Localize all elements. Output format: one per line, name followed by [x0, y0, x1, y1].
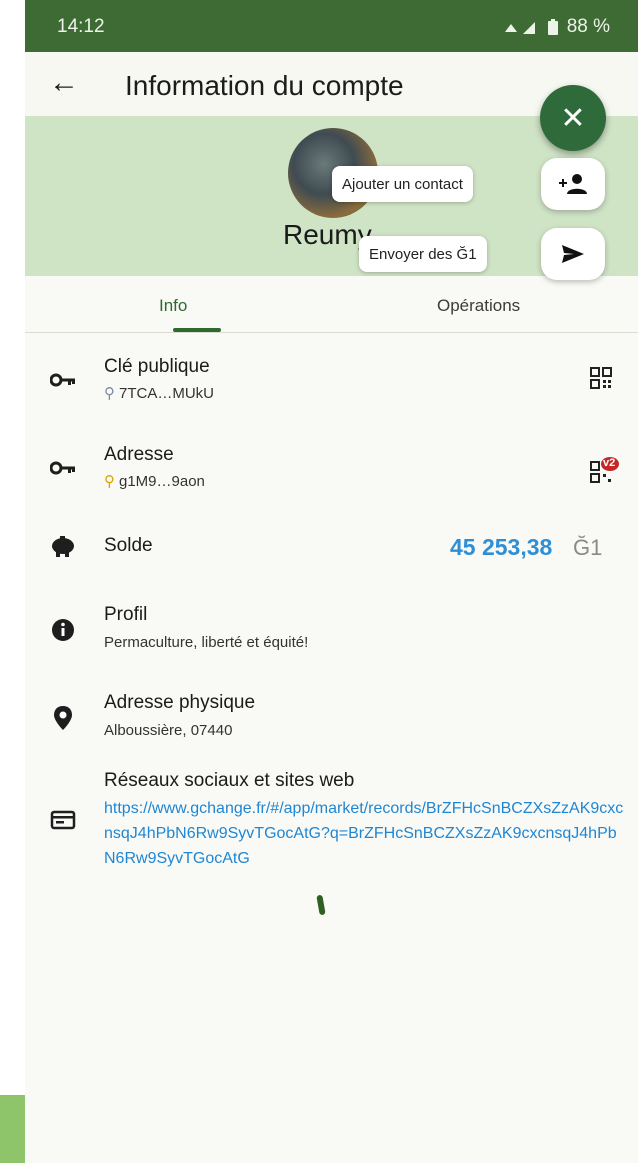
arrow-left-icon[interactable]: ←: [49, 68, 79, 98]
key-icon: [49, 454, 77, 482]
golden-key-icon: ⚲: [104, 473, 115, 490]
send-button[interactable]: [541, 228, 605, 280]
key-icon: [49, 366, 77, 394]
send-icon: [562, 245, 584, 263]
tab-bar: Info Opérations: [25, 276, 638, 333]
close-icon: ✕: [560, 101, 586, 135]
physical-address-title: Adresse physique: [104, 692, 256, 713]
piggy-bank-icon: [49, 532, 77, 560]
location-pin-icon: [49, 704, 77, 732]
balance-title: Solde: [104, 535, 153, 556]
send-label[interactable]: Envoyer des Ğ1: [359, 236, 487, 272]
side-edge-bar: [0, 1095, 25, 1163]
app-screen: 14:12 88 % ← Information du compte Reumy…: [25, 0, 638, 1163]
address-text: g1M9…9aon: [119, 473, 205, 490]
public-key-row[interactable]: Clé publique ⚲ 7TCA…MUkU: [25, 352, 638, 412]
tab-info[interactable]: Info: [159, 296, 187, 316]
key-small-icon: ⚲: [104, 385, 115, 402]
battery-icon: [547, 19, 558, 35]
web-card-icon: [49, 806, 77, 834]
profile-row[interactable]: Profil Permaculture, liberté et équité!: [25, 602, 638, 662]
page-title: Information du compte: [125, 70, 404, 101]
status-bar: 14:12 88 %: [25, 0, 638, 52]
physical-address-row[interactable]: Adresse physique Alboussière, 07440: [25, 690, 638, 750]
address-value: ⚲ g1M9…9aon: [104, 472, 205, 490]
qr-code-icon[interactable]: [589, 366, 613, 395]
tab-operations[interactable]: Opérations: [437, 296, 520, 316]
add-contact-button[interactable]: [541, 158, 605, 210]
address-title: Adresse: [104, 444, 174, 465]
add-person-icon: [559, 174, 587, 194]
public-key-title: Clé publique: [104, 356, 210, 377]
status-icons: 88 %: [499, 16, 610, 38]
battery-level: 88 %: [566, 16, 610, 37]
add-contact-label[interactable]: Ajouter un contact: [332, 166, 473, 202]
balance-row[interactable]: Solde 45 253,38 Ğ1: [25, 525, 638, 569]
address-row[interactable]: Adresse ⚲ g1M9…9aon v2: [25, 440, 638, 500]
physical-address-value: Alboussière, 07440: [104, 722, 233, 739]
social-row: Réseaux sociaux et sites web https://www…: [25, 768, 638, 888]
status-time: 14:12: [57, 16, 105, 37]
info-icon: [49, 616, 77, 644]
profile-description: Permaculture, liberté et équité!: [104, 634, 309, 651]
close-fab-button[interactable]: ✕: [540, 85, 606, 151]
balance-amount: 45 253,38: [450, 534, 553, 560]
public-key-text: 7TCA…MUkU: [119, 385, 215, 402]
social-title: Réseaux sociaux et sites web: [104, 770, 355, 791]
social-link[interactable]: https://www.gchange.fr/#/app/market/reco…: [104, 796, 624, 871]
loading-spinner: [316, 894, 326, 916]
qr-code-v2-icon[interactable]: v2: [589, 454, 619, 489]
tab-indicator: [173, 328, 221, 332]
public-key-value: ⚲ 7TCA…MUkU: [104, 384, 214, 402]
balance-currency: Ğ1: [573, 535, 603, 560]
signal-icon: [504, 22, 535, 34]
v2-badge: v2: [603, 457, 616, 469]
profile-title: Profil: [104, 604, 148, 625]
